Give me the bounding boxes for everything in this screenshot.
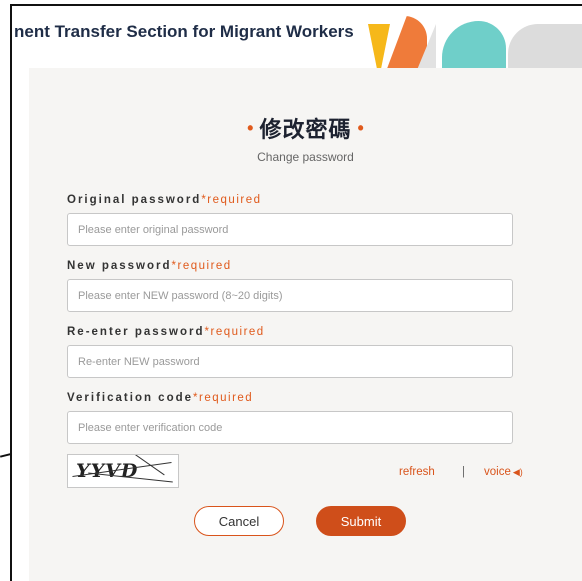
header-decoration-grey-right (508, 24, 582, 68)
original-password-label-text: Original password (67, 194, 202, 206)
voice-label: voice (484, 466, 511, 478)
title-dot-right: • (357, 118, 364, 138)
cancel-button[interactable]: Cancel (194, 506, 284, 536)
link-separator: | (462, 466, 465, 478)
change-password-panel: • 修改密碼 • Change password Original password… (29, 68, 582, 581)
original-password-label: Original password*required (67, 194, 262, 206)
header-decoration-teal (442, 21, 506, 68)
verification-code-label: Verification code*required (67, 392, 253, 404)
reenter-password-label: Re-enter password*required (67, 326, 265, 338)
verification-code-input[interactable] (67, 411, 513, 444)
reenter-password-label-text: Re-enter password (67, 326, 205, 338)
title-dot-left: • (247, 118, 254, 138)
site-title: nent Transfer Section for Migrant Worker… (14, 22, 354, 41)
new-password-label-text: New password (67, 260, 172, 272)
original-password-input[interactable] (67, 213, 513, 246)
required-marker: *required (201, 194, 262, 206)
new-password-input[interactable] (67, 279, 513, 312)
header-decoration-yellow (368, 24, 390, 68)
site-header: nent Transfer Section for Migrant Worker… (12, 6, 582, 68)
header-decoration-orange (386, 16, 427, 68)
page-title: • 修改密碼 • (29, 112, 582, 144)
required-marker: *required (204, 326, 265, 338)
refresh-captcha-link[interactable]: refresh (399, 466, 435, 478)
speaker-icon: ◀) (512, 467, 523, 477)
submit-button[interactable]: Submit (316, 506, 406, 536)
captcha-image: YYVD (67, 454, 179, 488)
required-marker: *required (193, 392, 254, 404)
verification-code-label-text: Verification code (67, 392, 194, 404)
browser-frame: nent Transfer Section for Migrant Worker… (10, 4, 582, 581)
required-marker: *required (171, 260, 232, 272)
new-password-label: New password*required (67, 260, 232, 272)
page-title-text: 修改密碼 (259, 118, 352, 143)
reenter-password-input[interactable] (67, 345, 513, 378)
page-subtitle: Change password (257, 150, 354, 164)
voice-captcha-link[interactable]: voice ◀) (484, 466, 523, 478)
